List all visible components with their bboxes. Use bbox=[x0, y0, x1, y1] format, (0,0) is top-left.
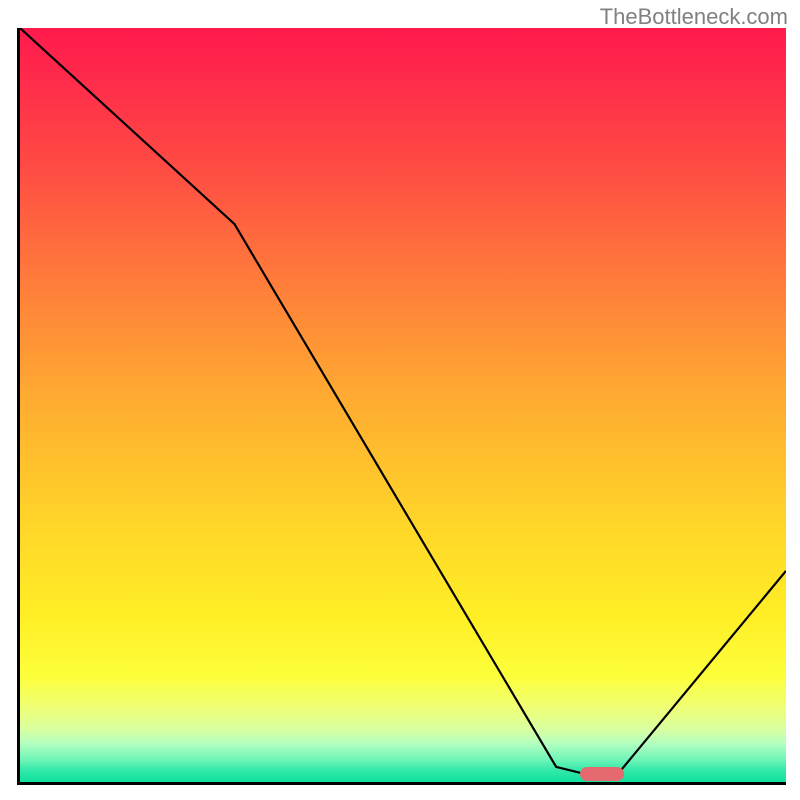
plot-area bbox=[17, 28, 786, 785]
curve-svg bbox=[20, 28, 786, 782]
bottleneck-curve bbox=[20, 28, 786, 774]
chart-container: TheBottleneck.com bbox=[0, 0, 800, 800]
watermark-text: TheBottleneck.com bbox=[600, 4, 788, 30]
optimal-marker bbox=[580, 767, 624, 781]
